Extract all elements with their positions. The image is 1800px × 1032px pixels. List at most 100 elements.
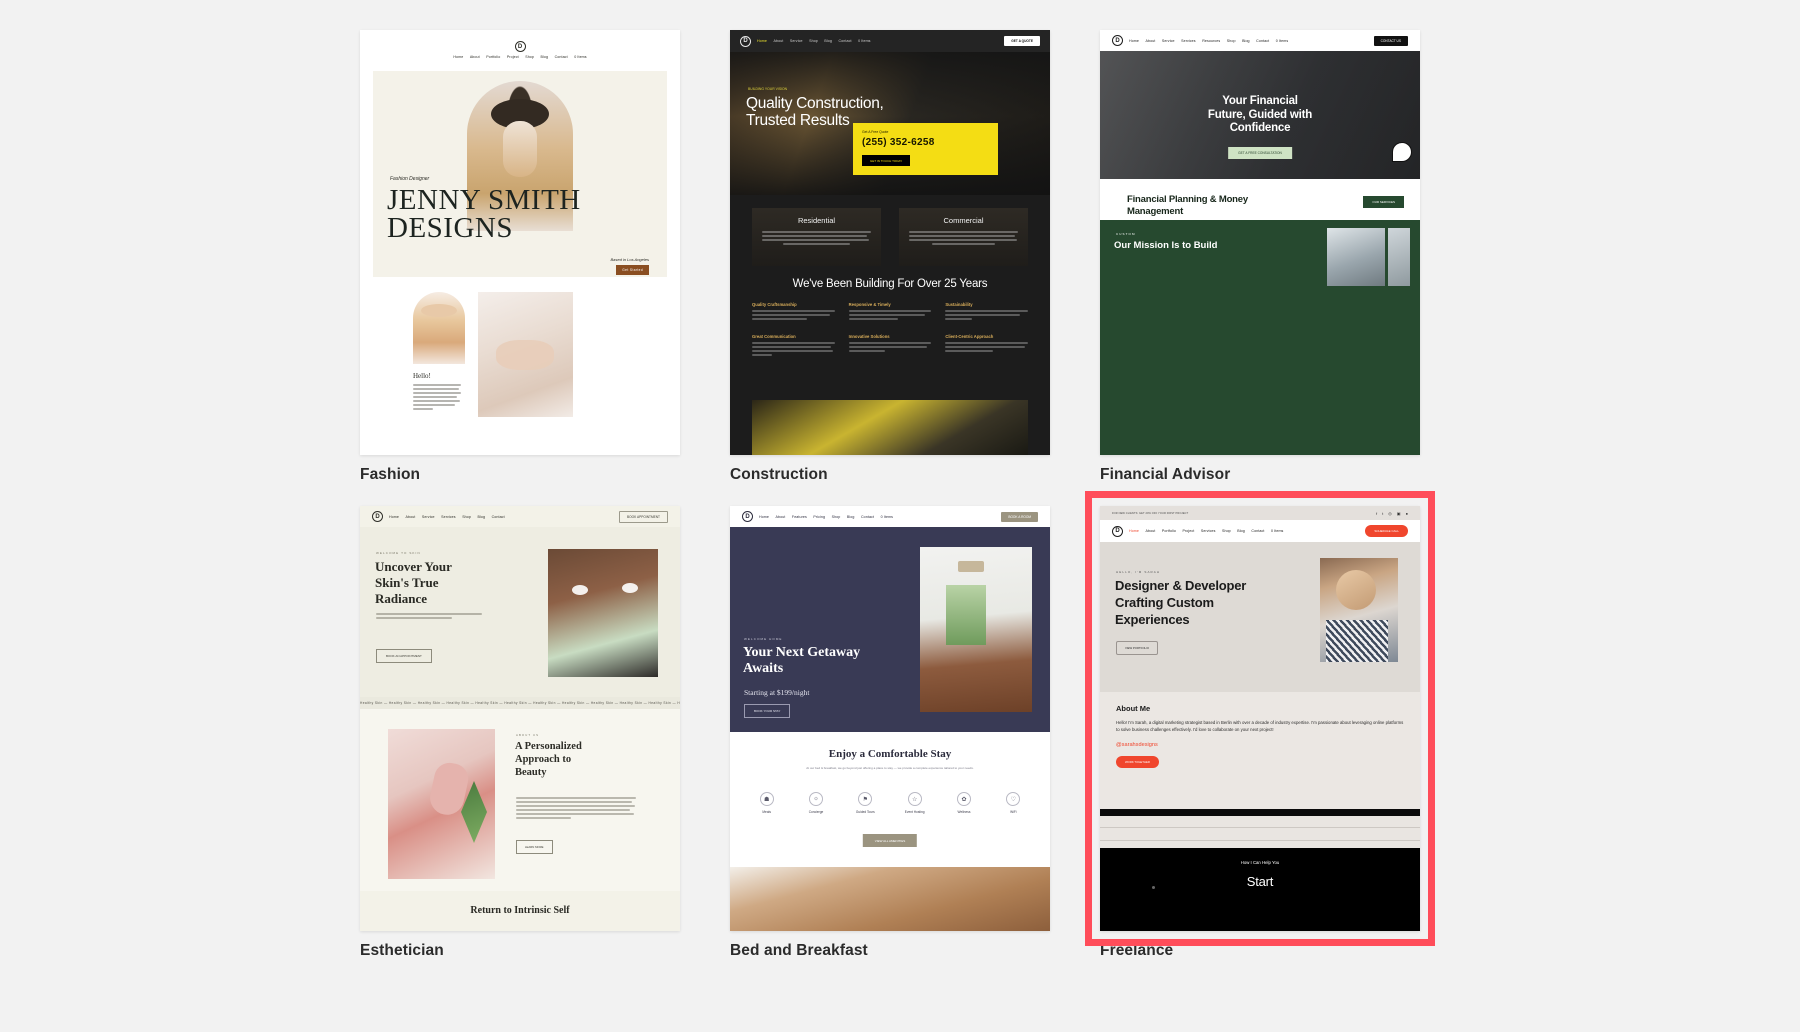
service-card[interactable]: Commercial bbox=[899, 208, 1028, 266]
cart-item-count[interactable]: 0 Items bbox=[1271, 529, 1283, 533]
nav-item[interactable]: Shop bbox=[525, 55, 534, 59]
layout-tile-freelance[interactable]: FOR NEW CLIENTS: GET 20% OFF YOUR FIRST … bbox=[1085, 491, 1435, 960]
nav-item[interactable]: Home bbox=[759, 515, 769, 519]
nav-item[interactable]: Shop bbox=[1227, 39, 1236, 43]
nav-item[interactable]: Project bbox=[1183, 529, 1195, 533]
nav-item[interactable]: Blog bbox=[847, 515, 855, 519]
hero-title-line: Skin's True bbox=[375, 574, 439, 590]
social-handle[interactable]: @sarahsdesigns bbox=[1116, 742, 1404, 748]
amenity-item[interactable]: ☼ Concierge bbox=[791, 792, 840, 814]
layout-preview-bed-and-breakfast[interactable]: D Home About Features Pricing Shop Blog … bbox=[730, 506, 1050, 931]
nav-item[interactable]: Pricing bbox=[813, 515, 825, 519]
nav-item[interactable]: Home bbox=[453, 55, 463, 59]
layout-preview-fashion[interactable]: D Home About Portfolio Project Shop Blog… bbox=[360, 30, 680, 455]
quote-cta-button[interactable]: GET IN TOUCH TODAY bbox=[862, 155, 911, 166]
site-preview: D Home About Service Services Resources … bbox=[1100, 30, 1420, 455]
nav-item[interactable]: Contact bbox=[1251, 529, 1264, 533]
nav-cta-button[interactable]: CONTACT US bbox=[1373, 35, 1408, 46]
nav-item[interactable]: Project bbox=[507, 55, 519, 59]
nav-item[interactable]: Contact bbox=[1256, 39, 1269, 43]
nav-item[interactable]: Blog bbox=[1242, 39, 1250, 43]
nav-item[interactable]: Blog bbox=[477, 515, 485, 519]
about-cta-button[interactable]: LEARN MORE bbox=[516, 840, 553, 854]
nav-item[interactable]: Service bbox=[422, 515, 435, 519]
nav-item[interactable]: Home bbox=[1129, 529, 1139, 533]
nav-item[interactable]: About bbox=[1146, 529, 1156, 533]
nav-item[interactable]: Features bbox=[792, 515, 807, 519]
amenity-item[interactable]: ♡ WiFi bbox=[989, 792, 1038, 814]
layout-tile-esthetician[interactable]: D Home About Service Services Shop Blog … bbox=[360, 506, 680, 960]
nav-item[interactable]: Shop bbox=[832, 515, 841, 519]
about-cta-button[interactable]: WORK TOGETHER bbox=[1116, 755, 1159, 768]
layout-tile-financial-advisor[interactable]: D Home About Service Services Resources … bbox=[1100, 30, 1420, 484]
cart-item-count[interactable]: 0 Items bbox=[574, 55, 586, 59]
nav-item[interactable]: About bbox=[406, 515, 416, 519]
nav-cta-button[interactable]: BOOK A ROOM bbox=[1001, 511, 1038, 522]
dribbble-icon[interactable]: ● bbox=[1406, 511, 1408, 516]
nav-item[interactable]: Home bbox=[389, 515, 399, 519]
nav-item[interactable]: Contact bbox=[492, 515, 505, 519]
hero-title: Uncover Your Skin's True Radiance bbox=[375, 559, 485, 607]
twitter-icon[interactable]: t bbox=[1382, 511, 1383, 516]
nav-item[interactable]: Blog bbox=[824, 39, 832, 43]
layout-tile-bed-and-breakfast[interactable]: D Home About Features Pricing Shop Blog … bbox=[730, 506, 1050, 960]
nav-item[interactable]: Contact bbox=[838, 39, 851, 43]
amenity-item[interactable]: ☆ Event Hosting bbox=[890, 792, 939, 814]
hero-cta-button[interactable]: BOOK AN APPOINTMENT bbox=[376, 649, 432, 663]
nav-item[interactable]: Contact bbox=[861, 515, 874, 519]
panel-cta-button[interactable]: OUR SERVICES bbox=[1363, 196, 1404, 208]
instagram-icon[interactable]: ◎ bbox=[1388, 511, 1392, 516]
layout-preview-freelance[interactable]: FOR NEW CLIENTS: GET 20% OFF YOUR FIRST … bbox=[1085, 491, 1435, 946]
nav-cta-button[interactable]: SCHEDULE CALL bbox=[1365, 525, 1408, 537]
hero-cta-button[interactable]: BOOK YOUR STAY bbox=[744, 704, 791, 718]
nav-item[interactable]: Portfolio bbox=[486, 55, 500, 59]
nav-item[interactable]: Service bbox=[1162, 39, 1175, 43]
nav-cta-button[interactable]: BOOK APPOINTMENT bbox=[619, 510, 668, 523]
facebook-icon[interactable]: f bbox=[1376, 511, 1377, 516]
nav-cta-button[interactable]: GET A QUOTE bbox=[1004, 36, 1040, 46]
nav-item[interactable]: Blog bbox=[1237, 529, 1245, 533]
hero-cta-button[interactable]: GET A FREE CONSULTATION bbox=[1228, 147, 1292, 159]
nav-item[interactable]: Blog bbox=[541, 55, 549, 59]
nav-item[interactable]: Contact bbox=[555, 55, 568, 59]
nav-item[interactable]: Resources bbox=[1202, 39, 1220, 43]
nav-item[interactable]: Shop bbox=[462, 515, 471, 519]
mission-photo bbox=[1327, 228, 1385, 286]
amenity-label: Wellness bbox=[957, 810, 971, 814]
concierge-icon: ☼ bbox=[808, 792, 823, 806]
layout-tile-fashion[interactable]: D Home About Portfolio Project Shop Blog… bbox=[360, 30, 680, 484]
nav-item[interactable]: Service bbox=[790, 39, 803, 43]
linkedin-icon[interactable]: ▣ bbox=[1397, 511, 1401, 516]
nav-item[interactable]: About bbox=[470, 55, 480, 59]
nav-item[interactable]: Services bbox=[1201, 529, 1216, 533]
nav-item[interactable]: Home bbox=[757, 39, 767, 43]
nav-item[interactable]: Services bbox=[1181, 39, 1196, 43]
cart-item-count[interactable]: 0 Items bbox=[858, 39, 870, 43]
feature-grid: Quality Craftsmanship Responsive & Timel… bbox=[752, 302, 1028, 358]
cart-item-count[interactable]: 0 Items bbox=[1276, 39, 1288, 43]
amenity-item[interactable]: ⚑ Guided Tours bbox=[841, 792, 890, 814]
layout-preview-esthetician[interactable]: D Home About Service Services Shop Blog … bbox=[360, 506, 680, 931]
hero-title-line: Your Financial bbox=[1222, 95, 1298, 107]
hero-cta-button[interactable]: Get Started bbox=[616, 265, 649, 275]
hero-cta-button[interactable]: VIEW PORTFOLIO bbox=[1116, 641, 1159, 655]
nav-item[interactable]: Portfolio bbox=[1162, 529, 1176, 533]
amenity-item[interactable]: ☗ Meals bbox=[742, 792, 791, 814]
nav-item[interactable]: Services bbox=[441, 515, 456, 519]
amenities-cta-button[interactable]: VIEW ALL AMENITIES bbox=[862, 834, 918, 847]
cart-item-count[interactable]: 0 Items bbox=[881, 515, 893, 519]
nav-item[interactable]: About bbox=[776, 515, 786, 519]
amenity-item[interactable]: ✿ Wellness bbox=[939, 792, 988, 814]
nav-item[interactable]: About bbox=[774, 39, 784, 43]
quote-phone-number[interactable]: (255) 352-6258 bbox=[862, 137, 935, 148]
nav-item[interactable]: Home bbox=[1129, 39, 1139, 43]
nav-item[interactable]: About bbox=[1146, 39, 1156, 43]
chat-bubble-icon[interactable] bbox=[1392, 142, 1412, 162]
layout-preview-construction[interactable]: D Home About Service Shop Blog Contact 0… bbox=[730, 30, 1050, 455]
bullet-dot bbox=[1152, 886, 1155, 889]
layout-preview-financial-advisor[interactable]: D Home About Service Services Resources … bbox=[1100, 30, 1420, 455]
nav-item[interactable]: Shop bbox=[1222, 529, 1231, 533]
nav-item[interactable]: Shop bbox=[809, 39, 818, 43]
layout-tile-construction[interactable]: D Home About Service Shop Blog Contact 0… bbox=[730, 30, 1050, 484]
service-card[interactable]: Residential bbox=[752, 208, 881, 266]
